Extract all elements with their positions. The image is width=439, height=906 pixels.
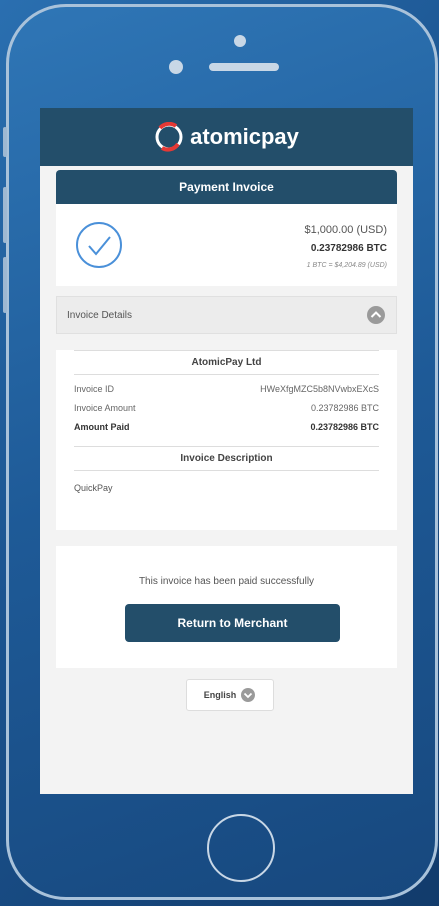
volume-up-button	[3, 187, 7, 243]
description-title: Invoice Description	[74, 446, 379, 471]
description-section: Invoice Description	[74, 446, 379, 471]
app-header: atomicpay	[40, 108, 413, 166]
invoice-id-value: HWeXfgMZC5b8NVwbxEXcS	[260, 384, 379, 394]
earpiece-speaker	[209, 63, 279, 71]
invoice-details-toggle[interactable]: Invoice Details	[56, 296, 397, 334]
payment-status-panel: This invoice has been paid successfully …	[56, 546, 397, 668]
sensor-dot	[169, 60, 183, 74]
usd-amount: $1,000.00 (USD)	[304, 224, 387, 236]
language-label: English	[203, 690, 237, 700]
chevron-up-icon[interactable]	[366, 305, 386, 325]
invoice-details-body: AtomicPay Ltd Invoice ID HWeXfgMZC5b8NVw…	[56, 350, 397, 530]
description-text: QuickPay	[74, 483, 113, 493]
atomicpay-logo-icon	[155, 122, 183, 152]
detail-label: Amount Paid	[74, 422, 130, 432]
return-to-merchant-button[interactable]: Return to Merchant	[125, 604, 340, 642]
invoice-title: Payment Invoice	[56, 170, 397, 204]
detail-label: Invoice Amount	[74, 403, 136, 413]
front-camera	[234, 35, 246, 47]
volume-down-button	[3, 257, 7, 313]
btc-amount: 0.23782986 BTC	[310, 243, 387, 254]
detail-label: Invoice ID	[74, 384, 115, 394]
merchant-name: AtomicPay Ltd	[74, 350, 379, 375]
detail-row: Amount Paid 0.23782986 BTC	[74, 422, 379, 432]
amount-paid-value: 0.23782986 BTC	[310, 422, 379, 432]
detail-row: Invoice Amount 0.23782986 BTC	[74, 403, 379, 413]
mute-switch	[3, 127, 7, 157]
invoice-summary: $1,000.00 (USD) 0.23782986 BTC 1 BTC = $…	[56, 204, 397, 286]
status-message: This invoice has been paid successfully	[138, 576, 315, 587]
home-button[interactable]	[207, 814, 275, 882]
language-selector[interactable]: English	[186, 679, 274, 711]
invoice-amount-value: 0.23782986 BTC	[310, 403, 379, 413]
phone-screen: atomicpay Payment Invoice $1,000.00 (USD…	[40, 108, 413, 794]
exchange-rate: 1 BTC = $4,204.89 (USD)	[306, 262, 387, 269]
check-circle-icon	[76, 222, 122, 268]
detail-row: Invoice ID HWeXfgMZC5b8NVwbxEXcS	[74, 384, 379, 394]
chevron-down-icon	[241, 688, 256, 702]
brand-name: atomicpay	[190, 124, 299, 149]
invoice-details-label: Invoice Details	[67, 309, 133, 321]
